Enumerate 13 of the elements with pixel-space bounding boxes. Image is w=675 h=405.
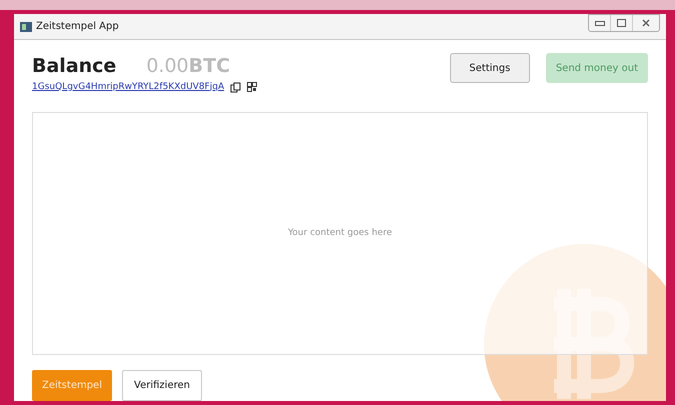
maximize-icon xyxy=(617,19,626,27)
close-icon xyxy=(642,19,650,27)
action-button[interactable]: Verifizieren xyxy=(122,370,202,401)
window-title: Zeitstempel App xyxy=(36,20,119,34)
minimize-icon xyxy=(594,20,604,26)
placeholder-text: Your content goes here xyxy=(288,226,392,240)
qr-code-icon[interactable] xyxy=(247,82,258,92)
balance-amount: 0.00BTC xyxy=(146,54,230,79)
toolbar-button[interactable]: Settings xyxy=(450,53,530,83)
app-icon xyxy=(20,22,32,32)
balance-label: Balance xyxy=(32,54,116,79)
copy-icon[interactable] xyxy=(230,82,242,93)
address-link[interactable]: 1GsuQLgvG4HmripRwYRYL2f5KXdUV8FjqA xyxy=(32,80,224,94)
